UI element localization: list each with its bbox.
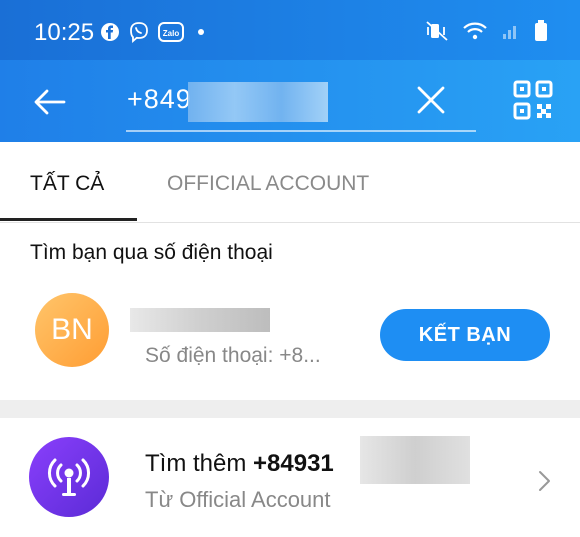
official-account-subtitle: Từ Official Account bbox=[145, 487, 331, 512]
tab-official-account[interactable]: OFFICIAL ACCOUNT bbox=[167, 172, 369, 196]
system-icons bbox=[426, 20, 548, 42]
clear-icon[interactable] bbox=[415, 84, 447, 116]
facebook-icon bbox=[101, 23, 119, 41]
tab-all[interactable]: TẤT CẢ bbox=[30, 172, 104, 196]
redacted-query-blur bbox=[188, 82, 328, 122]
status-bar: 10:25 Zalo bbox=[0, 0, 580, 60]
active-tab-indicator bbox=[0, 218, 137, 221]
redacted-number-blur bbox=[360, 436, 470, 484]
search-more-query: +84931 bbox=[253, 450, 334, 477]
add-friend-button[interactable]: KẾT BẠN bbox=[380, 309, 550, 361]
broadcast-icon[interactable] bbox=[29, 437, 109, 517]
tab-bar: TẤT CẢ OFFICIAL ACCOUNT bbox=[0, 142, 580, 223]
back-arrow-icon[interactable] bbox=[32, 84, 68, 120]
chevron-right-icon[interactable] bbox=[534, 466, 554, 496]
more-notifications-dot bbox=[198, 29, 204, 35]
qr-code-icon[interactable] bbox=[513, 80, 553, 120]
mute-vibrate-icon bbox=[426, 21, 448, 41]
avatar-initials: BN bbox=[51, 313, 93, 346]
notification-icons: Zalo bbox=[100, 21, 204, 43]
wifi-icon bbox=[463, 22, 487, 40]
status-time: 10:25 bbox=[34, 19, 95, 46]
redacted-name-blur bbox=[130, 308, 270, 332]
search-input[interactable]: +849 bbox=[127, 84, 192, 115]
antenna-icon bbox=[48, 458, 90, 496]
section-divider bbox=[0, 400, 580, 418]
avatar[interactable]: BN bbox=[35, 293, 109, 367]
search-more-prefix: Tìm thêm bbox=[145, 450, 254, 477]
phone-number-label: Số điện thoại: +8... bbox=[145, 344, 321, 367]
viber-icon bbox=[130, 22, 148, 43]
search-more-label[interactable]: Tìm thêm +84931 bbox=[145, 450, 334, 478]
battery-icon bbox=[535, 20, 547, 41]
search-underline bbox=[126, 130, 476, 132]
section-title: Tìm bạn qua số điện thoại bbox=[30, 241, 273, 264]
zalo-icon: Zalo bbox=[158, 22, 184, 42]
signal-icon bbox=[503, 26, 516, 39]
